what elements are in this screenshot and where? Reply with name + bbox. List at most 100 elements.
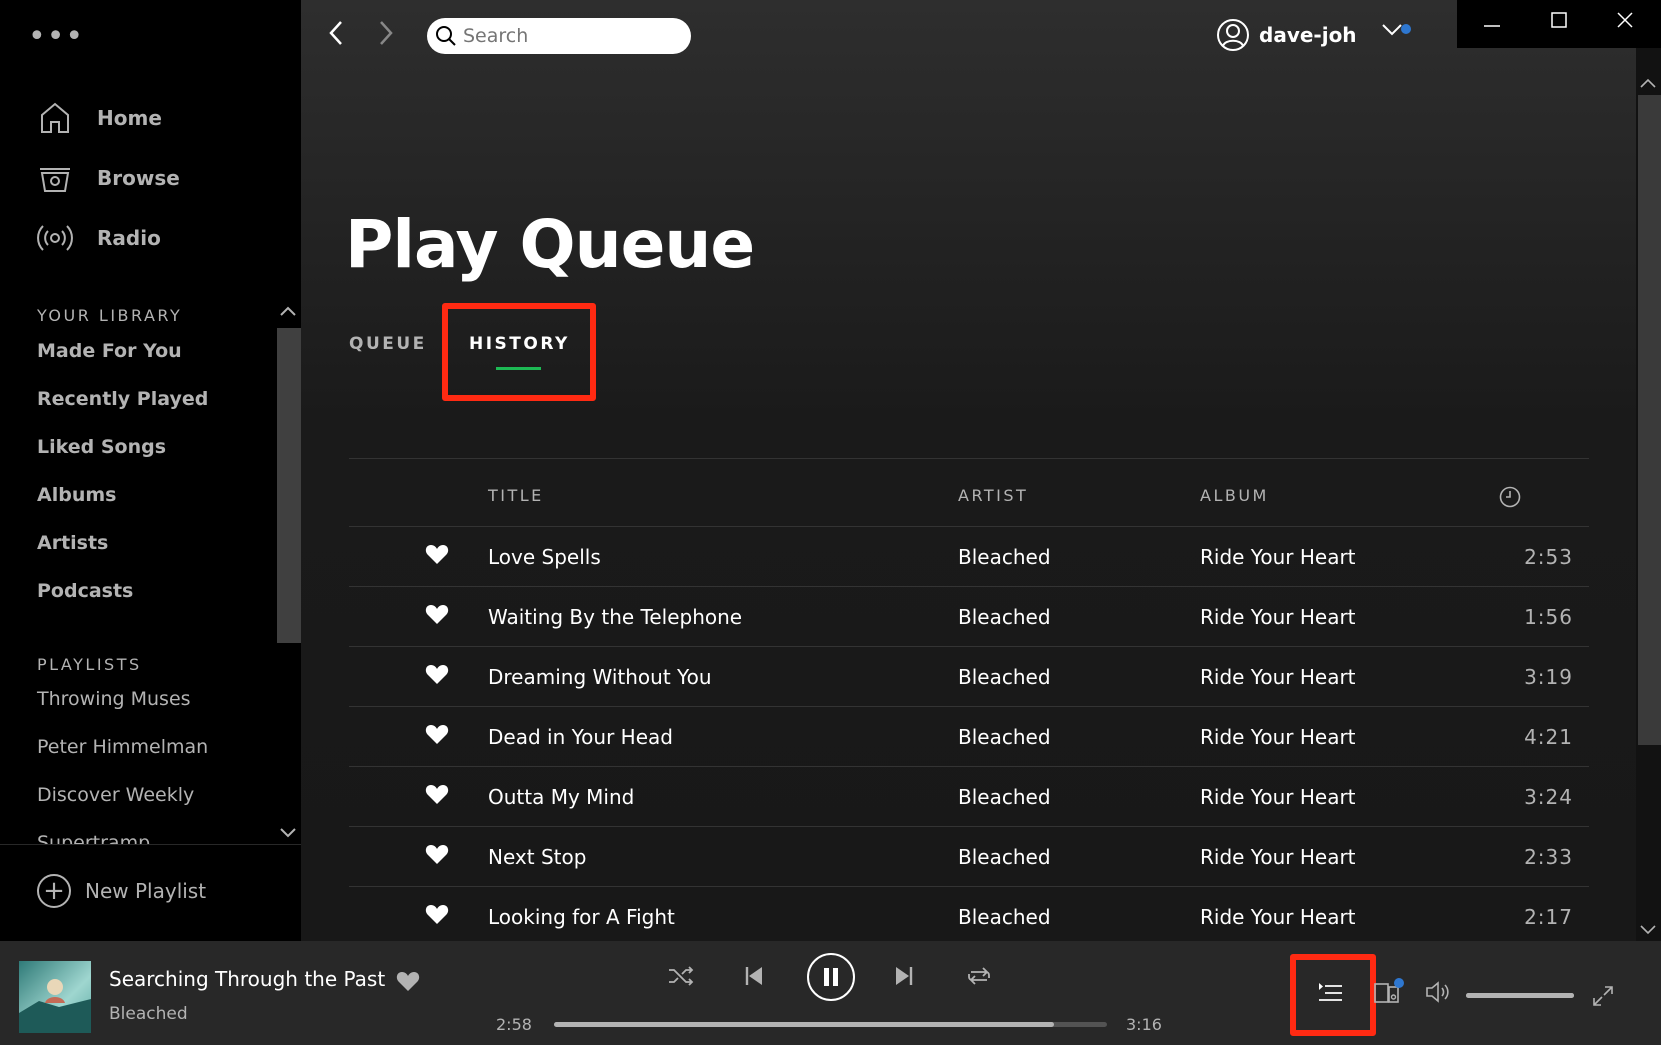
sidebar-scrollbar[interactable] [277,328,301,643]
heart-icon[interactable] [425,663,449,690]
search-box[interactable] [427,18,691,54]
header-title[interactable]: TITLE [488,486,544,505]
volume-icon[interactable] [1425,981,1453,1003]
nav-browse-label: Browse [97,166,180,190]
now-playing-title[interactable]: Searching Through the Past [109,967,385,991]
track-album[interactable]: Ride Your Heart [1200,725,1356,749]
table-row[interactable]: Outta My Mind Bleached Ride Your Heart 3… [349,767,1589,827]
heart-icon[interactable] [425,903,449,930]
track-title: Waiting By the Telephone [488,605,743,629]
user-chevron-down-icon[interactable] [1381,22,1403,41]
minimize-icon[interactable] [1482,10,1502,35]
track-title: Love Spells [488,545,601,569]
track-duration: 3:24 [1524,785,1573,809]
heart-icon[interactable] [425,783,449,810]
heart-icon[interactable] [425,723,449,750]
track-album[interactable]: Ride Your Heart [1200,545,1356,569]
playlist-item[interactable]: Discover Weekly [37,784,194,806]
plus-icon: + [37,874,71,908]
pause-button[interactable] [807,953,855,1001]
library-albums[interactable]: Albums [37,484,116,506]
nav-radio[interactable]: Radio [37,218,161,258]
progress-bar[interactable] [554,1022,1107,1027]
library-recently-played[interactable]: Recently Played [37,388,208,410]
home-icon [37,100,73,136]
track-duration: 3:19 [1524,665,1573,689]
main-content: dave-joh Play Queue QUEUE HISTORY TITLE … [301,0,1636,941]
header-artist[interactable]: ARTIST [958,486,1028,505]
app-menu-button[interactable]: ••• [28,22,84,52]
back-button[interactable] [327,18,345,57]
fullscreen-icon[interactable] [1592,985,1614,1007]
tab-queue[interactable]: QUEUE [349,334,427,354]
table-row[interactable]: Waiting By the Telephone Bleached Ride Y… [349,587,1589,647]
playlist-item[interactable]: Throwing Muses [37,688,191,710]
track-album[interactable]: Ride Your Heart [1200,785,1356,809]
table-row[interactable]: Dead in Your Head Bleached Ride Your Hea… [349,707,1589,767]
search-input[interactable] [463,25,663,47]
track-album[interactable]: Ride Your Heart [1200,845,1356,869]
queue-button-highlight [1290,954,1376,1036]
scroll-down-icon[interactable] [1640,923,1656,939]
heart-icon[interactable] [396,970,420,996]
library-podcasts[interactable]: Podcasts [37,580,133,602]
forward-button[interactable] [377,18,395,57]
user-menu[interactable]: dave-joh [1216,18,1357,52]
main-scrollbar-thumb[interactable] [1638,95,1661,745]
chevron-down-icon[interactable] [280,826,296,842]
new-playlist-button[interactable]: + New Playlist [37,874,206,908]
library-section-title: YOUR LIBRARY [37,306,183,325]
track-album[interactable]: Ride Your Heart [1200,905,1356,929]
track-artist[interactable]: Bleached [958,545,1051,569]
track-duration: 1:56 [1524,605,1573,629]
track-artist[interactable]: Bleached [958,665,1051,689]
playlists-section-title: PLAYLISTS [37,655,142,674]
heart-icon[interactable] [425,543,449,570]
nav-browse[interactable]: Browse [37,158,180,198]
playlist-item-clip: Supertramp [0,826,277,844]
track-album[interactable]: Ride Your Heart [1200,665,1356,689]
track-duration: 2:17 [1524,905,1573,929]
album-art[interactable] [19,961,91,1033]
devices-notification-dot [1394,978,1404,988]
new-playlist-label: New Playlist [85,879,207,903]
header-album[interactable]: ALBUM [1200,486,1269,505]
window-controls [1457,0,1661,48]
track-title: Outta My Mind [488,785,635,809]
track-album[interactable]: Ride Your Heart [1200,605,1356,629]
volume-slider[interactable] [1466,993,1574,998]
playlist-item[interactable]: Supertramp [37,832,150,844]
track-artist[interactable]: Bleached [958,785,1051,809]
table-row[interactable]: Dreaming Without You Bleached Ride Your … [349,647,1589,707]
previous-icon[interactable] [744,965,764,987]
next-icon[interactable] [894,965,914,987]
library-made-for-you[interactable]: Made For You [37,340,182,362]
library-artists[interactable]: Artists [37,532,108,554]
table-header: TITLE ARTIST ALBUM [349,486,1589,526]
scroll-up-icon[interactable] [1640,76,1656,92]
maximize-icon[interactable] [1549,10,1569,35]
sidebar: ••• Home Browse Radio YOUR LIBRARY Made … [0,0,301,941]
search-icon [435,25,457,47]
playlist-item[interactable]: Peter Himmelman [37,736,208,758]
track-title: Dreaming Without You [488,665,712,689]
player-bar: Searching Through the Past Bleached 2:58… [0,941,1661,1045]
track-artist[interactable]: Bleached [958,905,1051,929]
clock-icon[interactable] [1499,486,1521,512]
chevron-up-icon[interactable] [280,304,296,320]
heart-icon[interactable] [425,603,449,630]
table-row[interactable]: Looking for A Fight Bleached Ride Your H… [349,887,1589,941]
table-row[interactable]: Next Stop Bleached Ride Your Heart 2:33 [349,827,1589,887]
library-liked-songs[interactable]: Liked Songs [37,436,166,458]
table-row[interactable]: Love Spells Bleached Ride Your Heart 2:5… [349,527,1589,587]
heart-icon[interactable] [425,843,449,870]
notification-dot [1401,24,1411,34]
nav-home[interactable]: Home [37,98,162,138]
track-artist[interactable]: Bleached [958,725,1051,749]
track-artist[interactable]: Bleached [958,845,1051,869]
shuffle-icon[interactable] [668,965,694,987]
close-icon[interactable] [1615,10,1635,35]
track-artist[interactable]: Bleached [958,605,1051,629]
repeat-icon[interactable] [966,965,992,987]
now-playing-artist[interactable]: Bleached [109,1004,188,1024]
